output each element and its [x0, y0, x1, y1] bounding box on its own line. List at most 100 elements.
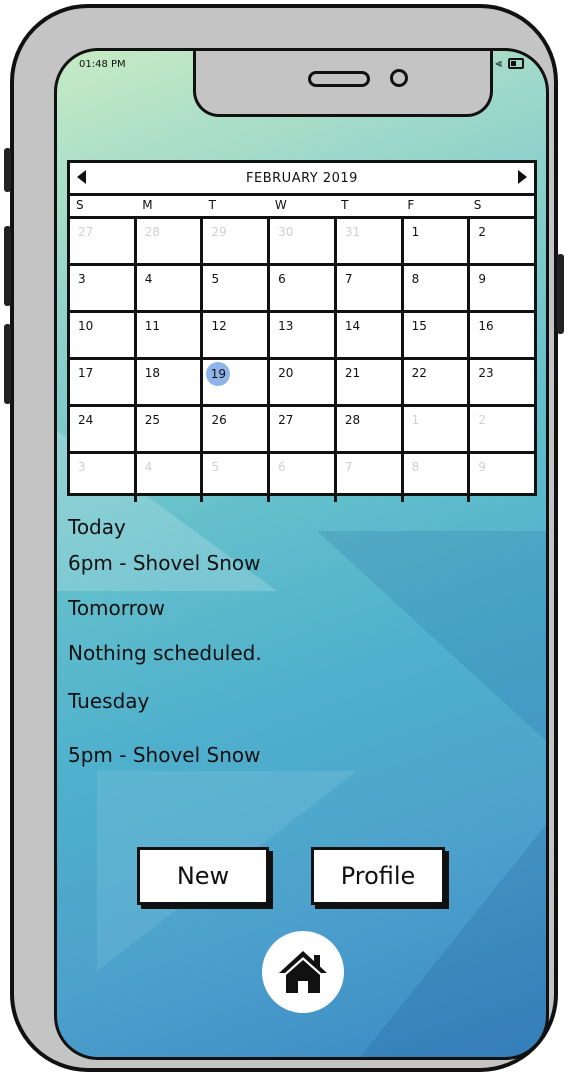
calendar-day-number: 6: [278, 460, 286, 474]
screen: 01:48 PM ⫷ FEBRUARY 2019 S M T W T F S 2…: [54, 48, 549, 1060]
power-button: [557, 254, 564, 334]
calendar-day[interactable]: 2: [470, 219, 534, 263]
calendar-header: FEBRUARY 2019: [70, 163, 534, 196]
calendar-day-number: 25: [144, 413, 160, 427]
calendar-day[interactable]: 3: [70, 266, 137, 310]
calendar-day[interactable]: 30: [270, 219, 337, 263]
calendar-week-row: 24 25 26 27 28 1 2: [70, 407, 534, 454]
chevron-right-icon[interactable]: [518, 170, 527, 184]
calendar-day[interactable]: 17: [70, 360, 137, 404]
volume-up-button: [4, 226, 11, 306]
agenda-tomorrow-event: Nothing scheduled.: [68, 641, 262, 665]
calendar-day-number: 30: [278, 225, 294, 239]
status-time: 01:48 PM: [79, 59, 126, 70]
calendar-day[interactable]: 24: [70, 407, 137, 451]
phone-frame: 01:48 PM ⫷ FEBRUARY 2019 S M T W T F S 2…: [4, 4, 564, 1072]
calendar-grid: 27 28 29 30 31 1 2 3 4 5 6 7 8 9 10 11 12 13 14 15 16 17 18 19 2…: [70, 219, 534, 502]
calendar-day-number: 18: [144, 366, 160, 380]
calendar-day[interactable]: 21: [337, 360, 404, 404]
calendar-day[interactable]: 8: [404, 266, 471, 310]
calendar-day[interactable]: 23: [470, 360, 534, 404]
home-button[interactable]: [262, 931, 344, 1013]
calendar-day[interactable]: 6: [270, 266, 337, 310]
calendar-day-number: 29: [211, 225, 227, 239]
home-icon: [279, 951, 327, 993]
notch: [193, 51, 493, 117]
calendar-day-number: 5: [211, 460, 220, 474]
calendar-day[interactable]: 11: [137, 313, 204, 357]
calendar-day-number: 5: [211, 272, 220, 286]
calendar-day[interactable]: 8: [404, 454, 471, 502]
calendar-day[interactable]: 4: [137, 266, 204, 310]
calendar-week-row: 10 11 12 13 14 15 16: [70, 313, 534, 360]
calendar-day[interactable]: 7: [337, 454, 404, 502]
calendar-day[interactable]: 16: [470, 313, 534, 357]
front-camera: [390, 69, 408, 87]
weekday-label: S: [473, 198, 482, 212]
weekday-label: T: [208, 198, 216, 212]
profile-button[interactable]: Profile: [311, 847, 445, 905]
weekday-label: M: [142, 198, 153, 212]
agenda-today-event: 6pm - Shovel Snow: [68, 551, 261, 575]
calendar-day[interactable]: 29: [203, 219, 271, 263]
calendar-day[interactable]: 9: [470, 266, 534, 310]
calendar-day-number: 1: [411, 225, 420, 239]
speaker: [308, 71, 370, 87]
calendar-day[interactable]: 27: [70, 219, 137, 263]
calendar-day[interactable]: 3: [70, 454, 137, 502]
calendar-day[interactable]: 5: [203, 266, 271, 310]
chevron-left-icon[interactable]: [77, 170, 86, 184]
calendar-day[interactable]: 6: [270, 454, 337, 502]
calendar-day-selected[interactable]: 19: [203, 360, 271, 404]
calendar-day[interactable]: 15: [404, 313, 471, 357]
calendar-day-number: 7: [344, 272, 353, 286]
calendar-day[interactable]: 27: [270, 407, 337, 451]
new-button[interactable]: New: [137, 847, 269, 905]
calendar-day[interactable]: 31: [337, 219, 404, 263]
calendar-day-number: 4: [144, 460, 153, 474]
calendar-day-number: 24: [78, 413, 94, 427]
calendar-day[interactable]: 12: [203, 313, 271, 357]
calendar-day-number: 7: [344, 460, 353, 474]
calendar-day-number: 27: [78, 225, 94, 239]
calendar-day-number: 19: [206, 362, 231, 386]
calendar-day[interactable]: 18: [137, 360, 204, 404]
calendar-day[interactable]: 28: [137, 219, 204, 263]
calendar-day[interactable]: 14: [337, 313, 404, 357]
calendar-day-number: 9: [478, 460, 486, 474]
calendar-day-number: 28: [344, 413, 361, 427]
weekday-label: S: [76, 198, 84, 212]
calendar-day[interactable]: 9: [470, 454, 534, 502]
calendar-week-row: 17 18 19 20 21 22 23: [70, 360, 534, 407]
calendar-day-number: 17: [78, 366, 94, 380]
weekday-label: T: [341, 198, 349, 212]
calendar-day-number: 8: [411, 460, 420, 474]
calendar-week-row: 3 4 5 6 7 8 9: [70, 266, 534, 313]
calendar-day[interactable]: 13: [270, 313, 337, 357]
calendar-day[interactable]: 7: [337, 266, 404, 310]
calendar-day[interactable]: 22: [404, 360, 471, 404]
calendar-day-number: 2: [478, 225, 486, 239]
calendar-day-number: 15: [411, 319, 427, 333]
background-facet: [317, 531, 546, 751]
calendar-day[interactable]: 1: [404, 407, 471, 451]
calendar-day[interactable]: 26: [203, 407, 271, 451]
wifi-icon: ⫷: [495, 56, 502, 70]
agenda-today-label: Today: [68, 515, 126, 539]
calendar-day-number: 23: [478, 366, 494, 380]
calendar-day[interactable]: 1: [404, 219, 471, 263]
calendar-day[interactable]: 4: [137, 454, 204, 502]
calendar-day-number: 8: [411, 272, 420, 286]
calendar-day-number: 20: [278, 366, 294, 380]
calendar-day[interactable]: 25: [137, 407, 204, 451]
calendar: FEBRUARY 2019 S M T W T F S 27 28 29 30 31 1 2…: [67, 160, 537, 502]
calendar-day-number: 1: [411, 413, 420, 427]
calendar-day[interactable]: 20: [270, 360, 337, 404]
month-label: FEBRUARY 2019: [246, 170, 358, 186]
calendar-day[interactable]: 2: [470, 407, 534, 451]
calendar-day[interactable]: 5: [203, 454, 271, 502]
calendar-day[interactable]: 10: [70, 313, 137, 357]
calendar-day-number: 12: [211, 319, 227, 333]
volume-down-button: [4, 324, 11, 404]
calendar-day[interactable]: 28: [337, 407, 404, 451]
